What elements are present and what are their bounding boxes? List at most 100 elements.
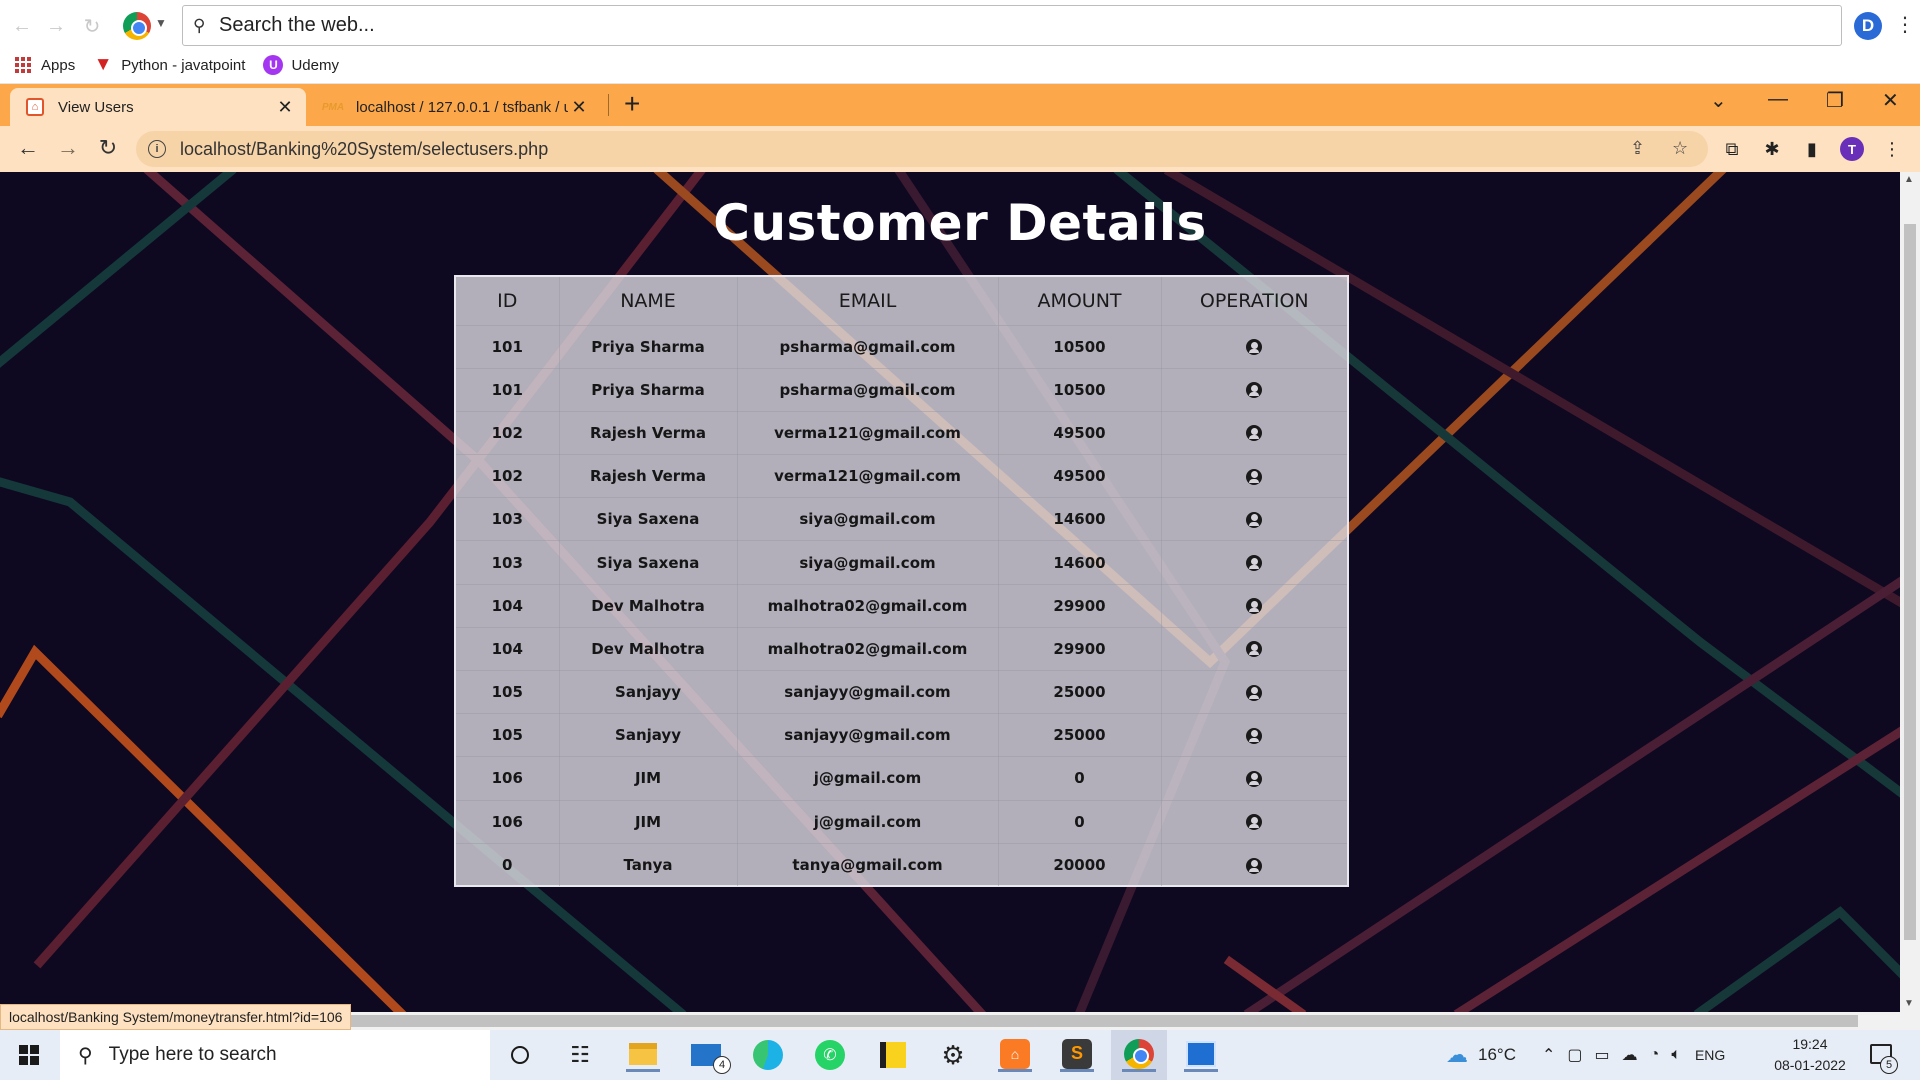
bookmark-star-icon[interactable]: ☆ <box>1672 138 1688 159</box>
site-info-icon[interactable]: i <box>148 140 166 158</box>
share-icon[interactable]: ⇪ <box>1630 138 1645 159</box>
bg-line <box>1693 906 1900 1012</box>
puzzle-extensions-icon[interactable]: ✱ <box>1760 137 1784 161</box>
cell-email: j@gmail.com <box>737 800 999 844</box>
outer-reload-icon[interactable]: ↻ <box>80 14 104 38</box>
close-tab-icon[interactable]: ✕ <box>568 97 590 118</box>
address-url[interactable]: localhost/Banking%20System/selectusers.p… <box>180 139 548 160</box>
column-header-amount: AMOUNT <box>998 277 1162 326</box>
tab-title: localhost / 127.0.0.1 / tsfbank / u <box>356 98 568 116</box>
vertical-scrollbar[interactable]: ▲ ▼ <box>1900 172 1920 1012</box>
weather-widget[interactable]: ☁ 16°C <box>1446 1030 1516 1080</box>
chrome-icon[interactable] <box>1122 1038 1156 1072</box>
weather-cloud-icon: ☁ <box>1446 1042 1468 1067</box>
extension-icon[interactable]: ⧉ <box>1720 137 1744 161</box>
windows-start-icon[interactable] <box>19 1045 39 1065</box>
bookmark-udemy[interactable]: U Udemy <box>263 55 339 75</box>
scroll-down-icon[interactable]: ▼ <box>1904 998 1914 1009</box>
side-panel-icon[interactable]: ▮ <box>1800 137 1824 161</box>
menu-icon[interactable]: ⋮ <box>1880 137 1904 161</box>
minimize-icon[interactable]: — <box>1768 88 1788 111</box>
tab-search-chevron-icon[interactable]: ⌄ <box>1710 88 1727 113</box>
cell-id: 102 <box>456 454 560 499</box>
tab-phpmyadmin[interactable]: PMA localhost / 127.0.0.1 / tsfbank / u … <box>318 88 600 126</box>
chrome-logo-icon[interactable] <box>123 12 151 40</box>
taskbar-search-input[interactable]: ⚲ Type here to search <box>60 1030 490 1080</box>
user-circle-icon[interactable] <box>1246 339 1263 356</box>
cell-amount: 20000 <box>998 843 1162 887</box>
sublime-text-icon[interactable]: S <box>1060 1038 1094 1072</box>
user-circle-icon[interactable] <box>1246 770 1263 787</box>
tab-strip: ⌂ View Users ✕ PMA localhost / 127.0.0.1… <box>0 84 1920 126</box>
taskbar-clock[interactable]: 19:24 08-01-2022 <box>1760 1034 1860 1076</box>
photos-icon[interactable] <box>1184 1038 1218 1072</box>
outer-forward-icon[interactable]: → <box>44 14 68 38</box>
volume-icon[interactable]: 🔈︎ <box>1671 1046 1681 1064</box>
cell-email: verma121@gmail.com <box>737 411 999 456</box>
address-bar[interactable]: i localhost/Banking%20System/selectusers… <box>136 131 1708 167</box>
outer-profile-avatar[interactable]: D <box>1854 12 1882 40</box>
edge-icon[interactable] <box>751 1038 785 1072</box>
cortana-icon[interactable] <box>503 1038 537 1072</box>
xampp-icon[interactable]: ⌂ <box>998 1038 1032 1072</box>
cell-name: Dev Malhotra <box>559 584 738 628</box>
outer-menu-icon[interactable]: ⋮ <box>1895 12 1915 37</box>
settings-icon[interactable]: ⚙ <box>936 1038 970 1072</box>
cell-id: 104 <box>456 584 560 628</box>
tab-view-users[interactable]: ⌂ View Users ✕ <box>10 88 306 126</box>
wifi-icon[interactable]: ◔ <box>1650 1046 1660 1064</box>
user-circle-icon[interactable] <box>1246 857 1263 874</box>
whatsapp-icon[interactable]: ✆ <box>813 1038 847 1072</box>
language-indicator[interactable]: ENG <box>1695 1047 1725 1063</box>
file-explorer-icon[interactable] <box>626 1038 660 1072</box>
user-circle-icon[interactable] <box>1246 684 1263 701</box>
bookmark-label: Udemy <box>291 56 339 74</box>
bg-line <box>0 644 407 1012</box>
javatpoint-icon: ▼ <box>93 54 113 75</box>
restore-icon[interactable]: ❐ <box>1826 88 1844 113</box>
cell-amount: 14600 <box>998 540 1162 585</box>
tab-separator <box>608 94 609 116</box>
cell-id: 0 <box>456 843 560 887</box>
chevron-down-icon[interactable]: ▼ <box>155 16 167 30</box>
cell-operation <box>1161 584 1347 628</box>
battery-icon[interactable]: ▭ <box>1595 1045 1610 1065</box>
udemy-icon: U <box>263 55 284 75</box>
bookmark-apps[interactable]: Apps <box>13 55 75 75</box>
scroll-up-icon[interactable]: ▲ <box>1904 174 1914 185</box>
user-circle-icon[interactable] <box>1246 814 1263 831</box>
mail-icon[interactable]: 4 <box>689 1038 731 1074</box>
scrollbar-thumb[interactable] <box>1904 224 1916 940</box>
task-view-icon[interactable]: ☷ <box>563 1038 597 1072</box>
close-tab-icon[interactable]: ✕ <box>274 97 296 118</box>
cell-email: malhotra02@gmail.com <box>737 627 999 672</box>
new-tab-icon[interactable]: + <box>624 88 640 120</box>
user-circle-icon[interactable] <box>1246 641 1263 658</box>
profile-avatar[interactable]: T <box>1840 137 1864 161</box>
meet-now-icon[interactable]: ▢ <box>1567 1045 1582 1065</box>
user-circle-icon[interactable] <box>1246 727 1263 744</box>
user-circle-icon[interactable] <box>1246 382 1263 399</box>
web-search-input[interactable]: ⚲ Search the web... <box>182 5 1842 46</box>
user-circle-icon[interactable] <box>1246 468 1263 485</box>
show-hidden-icons-icon[interactable]: ⌃ <box>1542 1045 1555 1065</box>
sticky-notes-icon[interactable] <box>876 1038 910 1072</box>
column-header-operation: OPERATION <box>1161 277 1347 326</box>
back-icon[interactable]: ← <box>14 135 42 161</box>
onedrive-icon[interactable]: ☁ <box>1622 1045 1638 1065</box>
outer-back-icon[interactable]: ← <box>10 14 34 38</box>
table-row: 101 Priya Sharma psharma@gmail.com 10500 <box>456 368 1347 412</box>
user-circle-icon[interactable] <box>1246 598 1263 615</box>
user-circle-icon[interactable] <box>1246 511 1263 528</box>
bookmark-python-javatpoint[interactable]: ▼ Python - javatpoint <box>93 54 246 75</box>
reload-icon[interactable]: ↻ <box>94 135 122 161</box>
close-window-icon[interactable]: ✕ <box>1882 88 1899 113</box>
search-icon: ⚲ <box>78 1044 93 1067</box>
php-favicon-icon: ⌂ <box>26 98 44 116</box>
user-circle-icon[interactable] <box>1246 425 1263 442</box>
cell-name: JIM <box>559 756 738 801</box>
cell-name: Siya Saxena <box>559 497 738 542</box>
user-circle-icon[interactable] <box>1246 555 1263 572</box>
bookmark-label: Python - javatpoint <box>121 56 246 74</box>
forward-icon[interactable]: → <box>54 135 82 161</box>
